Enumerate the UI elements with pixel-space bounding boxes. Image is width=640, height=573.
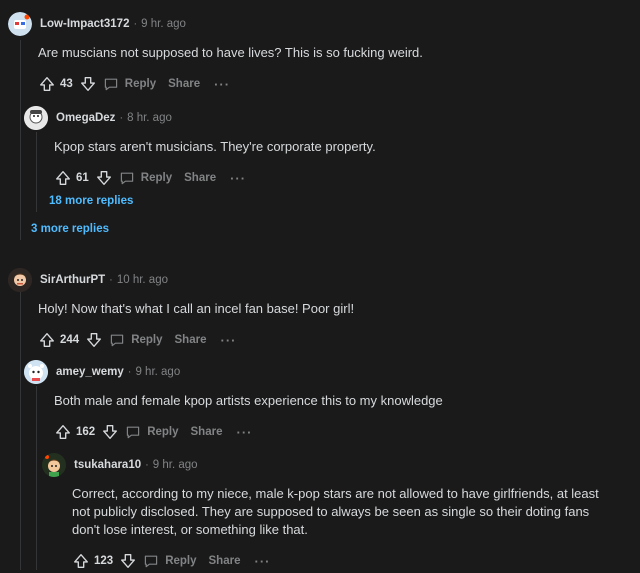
more-options-icon[interactable]: ··· — [230, 171, 246, 186]
vote-score: 123 — [94, 555, 114, 567]
comment: SirArthurPT · 10 hr. ago Holy! Now that'… — [8, 268, 628, 352]
separator: · — [109, 274, 113, 286]
more-replies-link[interactable]: 18 more replies — [49, 195, 133, 207]
share-button[interactable]: Share — [168, 78, 200, 90]
more-options-icon[interactable]: ··· — [254, 554, 270, 569]
username[interactable]: SirArthurPT — [40, 274, 105, 286]
share-button[interactable]: Share — [209, 555, 241, 567]
downvote-icon[interactable] — [119, 552, 137, 570]
comment: tsukahara10 · 9 hr. ago Correct, accordi… — [42, 453, 632, 573]
reply-label: Reply — [131, 334, 163, 346]
upvote-icon[interactable] — [72, 552, 90, 570]
more-options-icon[interactable]: ··· — [236, 425, 252, 440]
timestamp[interactable]: 9 hr. ago — [141, 18, 186, 30]
username[interactable]: Low-Impact3172 — [40, 18, 129, 30]
comment: OmegaDez · 8 hr. ago Kpop stars aren't m… — [24, 106, 624, 190]
comment-bubble-icon — [126, 426, 140, 439]
vote-score: 43 — [60, 78, 73, 90]
comment-body: Holy! Now that's what I call an incel fa… — [38, 301, 355, 316]
comment-body: Kpop stars aren't musicians. They're cor… — [54, 139, 376, 154]
upvote-icon[interactable] — [54, 423, 72, 441]
separator: · — [119, 112, 124, 124]
reply-label: Reply — [165, 555, 197, 567]
separator: · — [127, 366, 132, 378]
share-button[interactable]: Share — [191, 426, 223, 438]
upvote-icon[interactable] — [38, 331, 56, 349]
separator: · — [133, 18, 138, 30]
comment-body: Are muscians not supposed to have lives?… — [38, 45, 423, 60]
downvote-icon[interactable] — [79, 75, 97, 93]
downvote-icon[interactable] — [95, 169, 113, 187]
username[interactable]: tsukahara10 — [74, 459, 141, 471]
vote-score: 162 — [76, 426, 96, 438]
vote-score: 61 — [76, 172, 89, 184]
reply-button[interactable]: Reply — [103, 76, 156, 92]
username[interactable]: OmegaDez — [56, 112, 115, 124]
vote-score: 244 — [60, 334, 80, 346]
comment: amey_wemy · 9 hr. ago Both male and fema… — [24, 360, 624, 444]
reply-button[interactable]: Reply — [109, 332, 163, 348]
comment-body: Correct, according to my niece, male k-p… — [72, 486, 599, 537]
comment-bubble-icon — [110, 334, 124, 347]
avatar[interactable] — [24, 106, 48, 130]
reply-button[interactable]: Reply — [125, 424, 179, 440]
upvote-icon[interactable] — [54, 169, 72, 187]
avatar[interactable] — [42, 453, 66, 477]
share-button[interactable]: Share — [184, 172, 216, 184]
separator: · — [145, 459, 149, 471]
timestamp[interactable]: 8 hr. ago — [127, 112, 172, 124]
comment-bubble-icon — [120, 172, 133, 185]
comment: Low-Impact3172 · 9 hr. ago Are muscians … — [8, 12, 628, 96]
username[interactable]: amey_wemy — [56, 366, 124, 378]
downvote-icon[interactable] — [101, 423, 119, 441]
more-replies-link[interactable]: 3 more replies — [31, 223, 109, 235]
reply-button[interactable]: Reply — [119, 170, 172, 186]
reply-label: Reply — [124, 78, 157, 90]
avatar[interactable] — [8, 268, 32, 292]
reply-label: Reply — [140, 172, 173, 184]
comment-body: Both male and female kpop artists experi… — [54, 393, 443, 408]
more-options-icon[interactable]: ··· — [214, 77, 230, 92]
timestamp[interactable]: 9 hr. ago — [135, 366, 180, 378]
share-button[interactable]: Share — [175, 334, 207, 346]
more-options-icon[interactable]: ··· — [220, 333, 236, 348]
downvote-icon[interactable] — [85, 331, 103, 349]
comment-bubble-icon — [144, 555, 158, 568]
comment-bubble-icon — [104, 78, 117, 91]
timestamp[interactable]: 10 hr. ago — [117, 274, 168, 286]
reply-button[interactable]: Reply — [143, 553, 197, 569]
avatar[interactable] — [8, 12, 32, 36]
upvote-icon[interactable] — [38, 75, 56, 93]
avatar[interactable] — [24, 360, 48, 384]
reply-label: Reply — [147, 426, 179, 438]
timestamp[interactable]: 9 hr. ago — [153, 459, 198, 471]
